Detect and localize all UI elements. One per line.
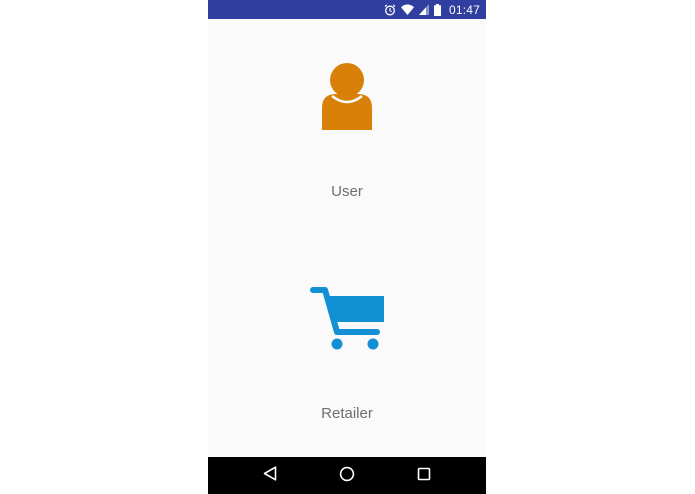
user-option[interactable]: User bbox=[208, 60, 486, 210]
back-button[interactable] bbox=[260, 466, 280, 486]
back-icon[interactable] bbox=[263, 466, 277, 486]
retailer-label[interactable]: Retailer bbox=[321, 405, 373, 422]
status-bar: 01:47 bbox=[208, 0, 486, 19]
recents-icon[interactable] bbox=[417, 467, 431, 486]
user-icon[interactable] bbox=[318, 60, 376, 135]
recents-button[interactable] bbox=[414, 466, 434, 486]
home-icon[interactable] bbox=[339, 466, 355, 487]
battery-icon bbox=[433, 3, 441, 16]
navigation-bar bbox=[208, 457, 486, 494]
alarm-icon bbox=[384, 4, 396, 16]
wifi-icon bbox=[400, 4, 414, 15]
shopping-cart-icon[interactable] bbox=[309, 282, 385, 355]
home-button[interactable] bbox=[337, 466, 357, 486]
phone-screen: 01:47 User Retailer bbox=[208, 0, 486, 494]
signal-icon bbox=[418, 4, 429, 15]
status-time: 01:47 bbox=[448, 2, 480, 17]
user-label[interactable]: User bbox=[331, 183, 363, 200]
retailer-option[interactable]: Retailer bbox=[208, 282, 486, 432]
